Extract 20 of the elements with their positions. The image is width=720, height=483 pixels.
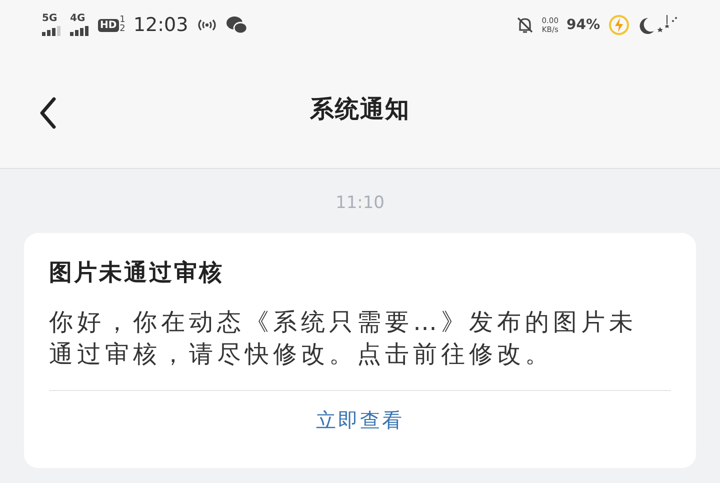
message-time: 11:10 — [334, 192, 386, 209]
notification-title: 图片未通过审核 — [49, 259, 225, 288]
hd-number: 1 — [120, 16, 126, 25]
signal-icon — [70, 24, 90, 36]
hotspot-icon — [196, 17, 218, 33]
view-now-button[interactable]: 立即查看 — [316, 407, 404, 434]
hd-number: 2 — [120, 25, 126, 34]
hd-badge: HD — [98, 18, 119, 32]
signal-icon — [42, 24, 62, 36]
page-title: 系统通知 — [310, 94, 410, 125]
bell-off-icon — [516, 16, 534, 34]
network-type: 5G — [42, 14, 58, 24]
network-type: 4G — [70, 14, 86, 24]
chat-bubbles-icon — [226, 15, 248, 35]
battery-level: 94% — [566, 17, 600, 33]
moon-stars-icon — [638, 14, 678, 36]
back-icon — [38, 96, 58, 130]
charging-icon — [608, 14, 630, 36]
notification-text: 你好，你在动态《系统只需要…》发布的图片未通过审核，请尽快修改。点击前往修改。 — [49, 307, 638, 370]
clock: 12:03 — [133, 14, 188, 36]
